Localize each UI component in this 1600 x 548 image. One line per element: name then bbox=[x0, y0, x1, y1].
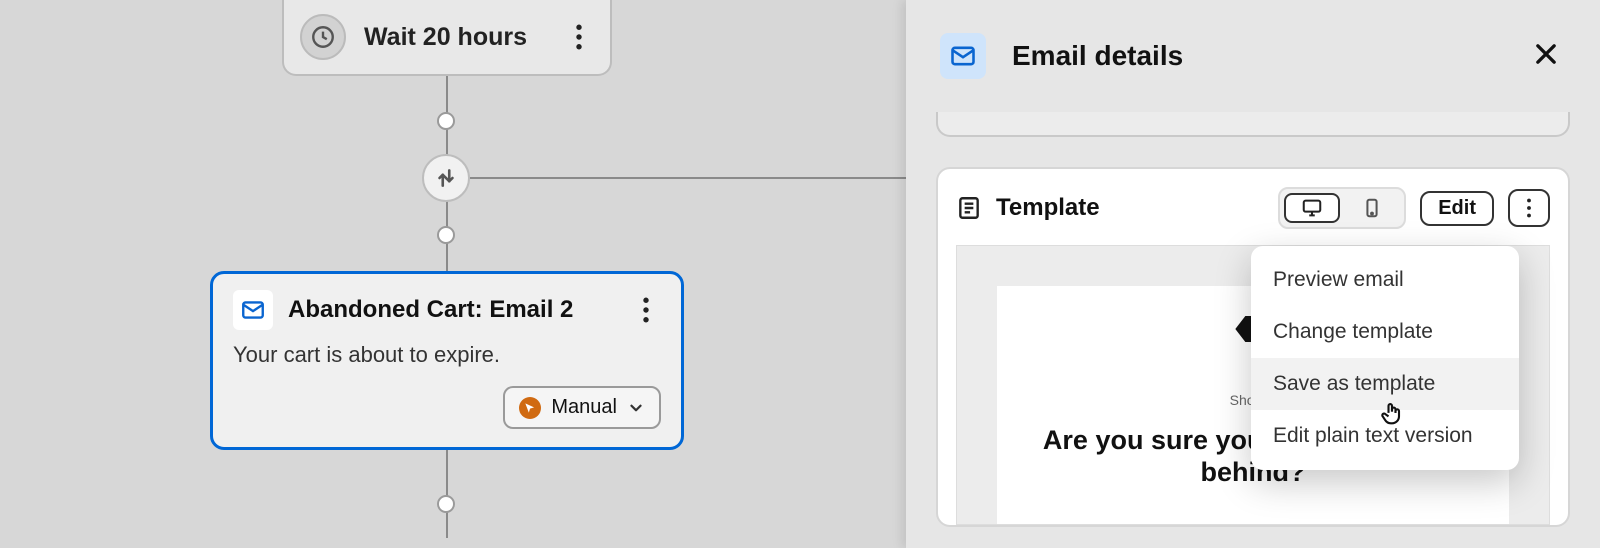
wait-node-more-button[interactable] bbox=[564, 24, 594, 50]
send-mode-chip[interactable]: Manual bbox=[503, 386, 661, 429]
collapsed-card[interactable] bbox=[936, 112, 1570, 137]
template-icon bbox=[956, 195, 982, 221]
chevron-down-icon bbox=[627, 399, 645, 417]
add-step-dot[interactable] bbox=[437, 112, 455, 130]
menu-item-change-template[interactable]: Change template bbox=[1251, 306, 1519, 358]
preview-device-toggle bbox=[1278, 187, 1406, 229]
menu-item-preview-email[interactable]: Preview email bbox=[1251, 254, 1519, 306]
close-panel-button[interactable] bbox=[1532, 40, 1560, 73]
email-node-subtitle: Your cart is about to expire. bbox=[233, 342, 661, 368]
mobile-view-button[interactable] bbox=[1344, 193, 1400, 223]
app-stage: Wait 20 hours Abandoned Cart: Email 2 Yo… bbox=[0, 0, 1600, 548]
panel-title: Email details bbox=[1012, 40, 1506, 72]
cursor-click-icon bbox=[519, 397, 541, 419]
clock-icon bbox=[300, 14, 346, 60]
wait-node-label: Wait 20 hours bbox=[364, 23, 546, 52]
branch-node[interactable] bbox=[422, 154, 470, 202]
desktop-view-button[interactable] bbox=[1284, 193, 1340, 223]
email-node-title: Abandoned Cart: Email 2 bbox=[288, 296, 616, 324]
email-icon bbox=[940, 33, 986, 79]
email-node-more-button[interactable] bbox=[631, 297, 661, 323]
template-more-button[interactable] bbox=[1508, 189, 1550, 227]
template-options-menu: Preview email Change template Save as te… bbox=[1251, 246, 1519, 470]
email-icon bbox=[233, 290, 273, 330]
panel-header: Email details bbox=[906, 0, 1600, 112]
edit-template-button[interactable]: Edit bbox=[1420, 191, 1494, 226]
wait-node[interactable]: Wait 20 hours bbox=[282, 0, 612, 76]
add-step-dot[interactable] bbox=[437, 226, 455, 244]
connector-branch bbox=[446, 177, 906, 179]
pointer-cursor-icon bbox=[1378, 400, 1406, 433]
add-step-dot[interactable] bbox=[437, 495, 455, 513]
chip-label: Manual bbox=[551, 396, 617, 419]
email-node-selected[interactable]: Abandoned Cart: Email 2 Your cart is abo… bbox=[210, 271, 684, 450]
template-section-title: Template bbox=[996, 194, 1264, 222]
